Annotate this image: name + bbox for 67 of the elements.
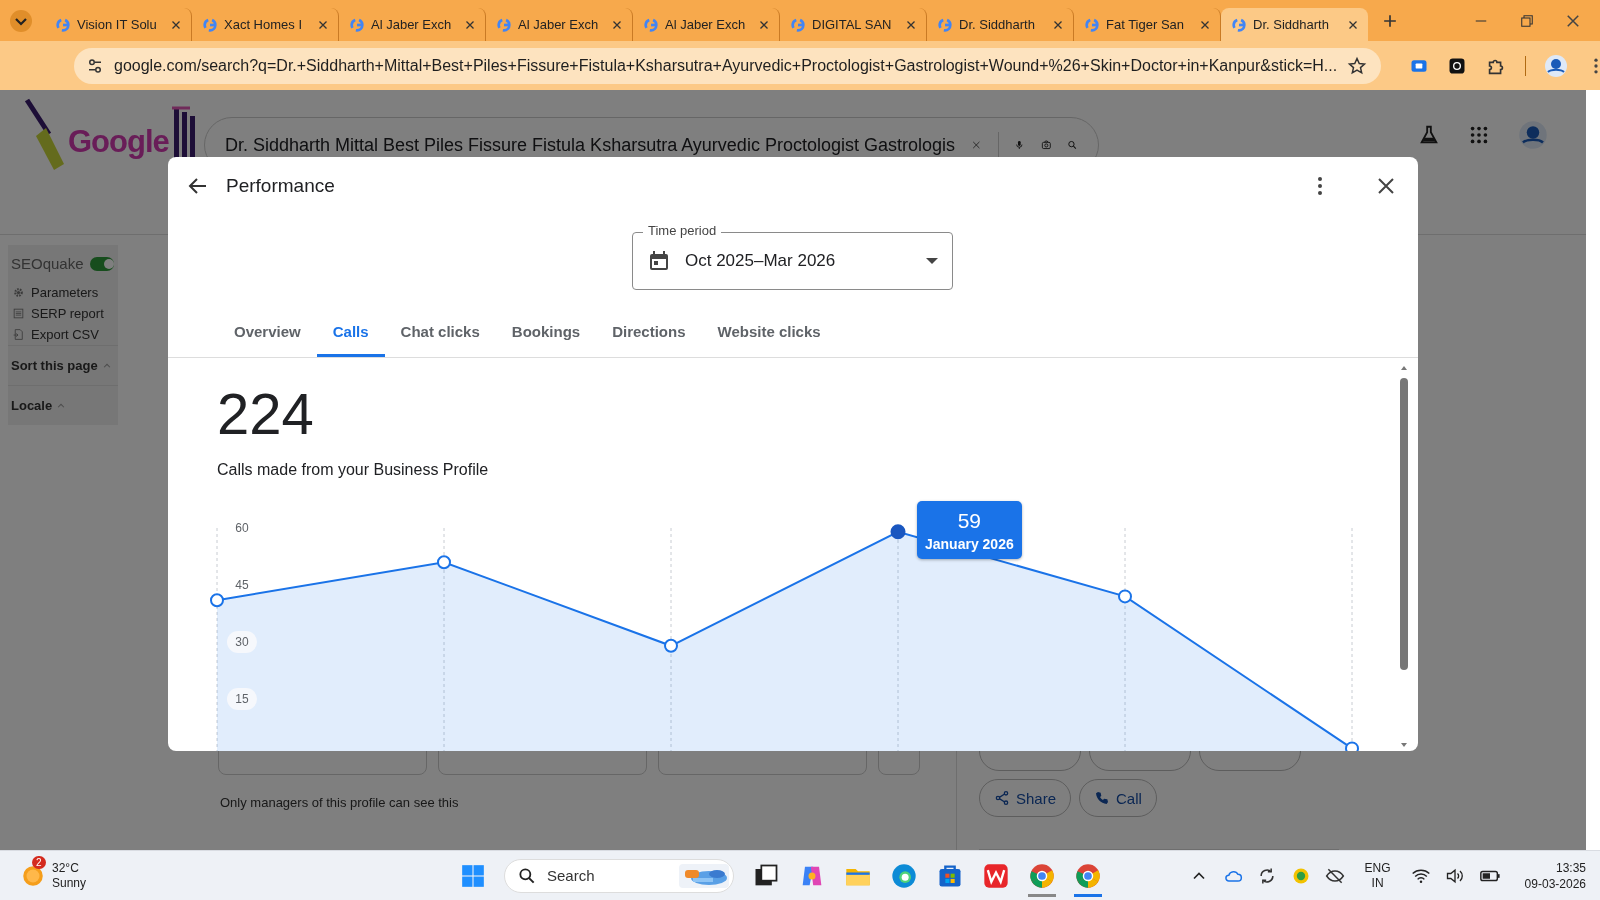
note-text: Only managers of this profile can see this bbox=[219, 795, 460, 810]
chart-tooltip: 59 January 2026 bbox=[917, 500, 1022, 559]
avatar-icon[interactable] bbox=[1544, 53, 1569, 78]
notification-badge: 2 bbox=[32, 855, 46, 869]
start-icon[interactable] bbox=[460, 862, 486, 889]
google-icon bbox=[496, 16, 512, 33]
taskbar-search[interactable]: Search bbox=[504, 858, 734, 893]
google-icon bbox=[1084, 16, 1100, 33]
avatar-icon[interactable] bbox=[1518, 120, 1548, 150]
metric-tab[interactable]: Overview bbox=[218, 323, 317, 357]
list-icon bbox=[12, 307, 25, 320]
data-point[interactable] bbox=[437, 555, 451, 570]
action-button[interactable]: Share bbox=[979, 779, 1072, 817]
chrome-icon[interactable] bbox=[1028, 861, 1056, 890]
panel-link[interactable]: Export CSV bbox=[8, 324, 118, 345]
metric-tab[interactable]: Directions bbox=[596, 323, 702, 357]
calendar-icon bbox=[647, 249, 671, 273]
metric-tab[interactable]: Bookings bbox=[495, 323, 597, 357]
dropdown-caret-icon bbox=[926, 258, 938, 264]
clock[interactable]: 13:35 09-03-2026 bbox=[1524, 859, 1586, 892]
google-icon bbox=[349, 16, 365, 33]
action-button[interactable]: Call bbox=[1079, 779, 1157, 817]
metric-caption: Calls made from your Business Profile bbox=[217, 461, 490, 479]
google-icon bbox=[643, 16, 659, 33]
toggle-switch[interactable] bbox=[89, 256, 114, 271]
field-label: Time period bbox=[643, 223, 722, 238]
metric-value: 224 bbox=[217, 384, 315, 444]
bookmark-star-icon[interactable] bbox=[1347, 55, 1368, 76]
google-icon bbox=[937, 16, 953, 33]
site-info-icon[interactable] bbox=[86, 56, 104, 75]
y-axis-label: 45 bbox=[235, 578, 249, 592]
scrollbar-thumb[interactable] bbox=[1400, 378, 1408, 670]
tab-search-icon[interactable] bbox=[9, 8, 33, 33]
chrome-icon[interactable] bbox=[1074, 861, 1102, 890]
search-icon bbox=[517, 865, 537, 886]
panel-link[interactable]: SERP report bbox=[8, 303, 118, 324]
y-axis-label: 60 bbox=[235, 521, 249, 535]
google-icon bbox=[55, 16, 71, 33]
metric-tab[interactable]: Website clicks bbox=[701, 323, 837, 357]
language-indicator[interactable]: ENG IN bbox=[1364, 860, 1391, 891]
edge-icon[interactable] bbox=[890, 861, 918, 890]
data-point[interactable] bbox=[890, 524, 906, 540]
address-bar[interactable]: google.com/search?q=Dr.+Siddharth+Mittal+Best+Piles+Fissure+Fistula+Ksharsutra+Ayurvedic+Proctologist+Gastrologist+Wound+%26+Skin+Doctor+in+Kanpur&stick=H... bbox=[74, 47, 1382, 84]
metric-tab[interactable]: Calls bbox=[316, 323, 385, 357]
export-icon bbox=[12, 328, 25, 341]
data-point[interactable] bbox=[1345, 741, 1359, 751]
google-icon bbox=[790, 16, 806, 33]
wps-office-icon[interactable] bbox=[982, 861, 1010, 890]
google-icon bbox=[202, 16, 218, 33]
phone-icon bbox=[1094, 790, 1111, 806]
y-axis-label: 30 bbox=[235, 635, 249, 649]
gear-icon bbox=[12, 286, 25, 299]
dialog-title: Performance bbox=[226, 175, 335, 197]
panel-section-header[interactable]: Sort this page bbox=[8, 345, 118, 385]
y-axis-label: 15 bbox=[235, 692, 249, 706]
data-point[interactable] bbox=[210, 593, 224, 608]
flask-icon[interactable] bbox=[1418, 124, 1440, 146]
browser-tab[interactable]: Dr. Siddharth bbox=[1221, 8, 1368, 41]
metric-tab[interactable]: Chat clicks bbox=[384, 323, 496, 357]
panel-title: SEOquake bbox=[11, 255, 84, 272]
share-icon bbox=[994, 790, 1010, 806]
apps-icon[interactable] bbox=[1468, 124, 1490, 146]
panel-section-header[interactable]: Locale bbox=[8, 385, 118, 425]
panel-link[interactable]: Parameters bbox=[8, 282, 118, 303]
data-point[interactable] bbox=[1118, 589, 1132, 604]
data-point[interactable] bbox=[664, 638, 678, 653]
google-icon bbox=[1231, 16, 1247, 33]
